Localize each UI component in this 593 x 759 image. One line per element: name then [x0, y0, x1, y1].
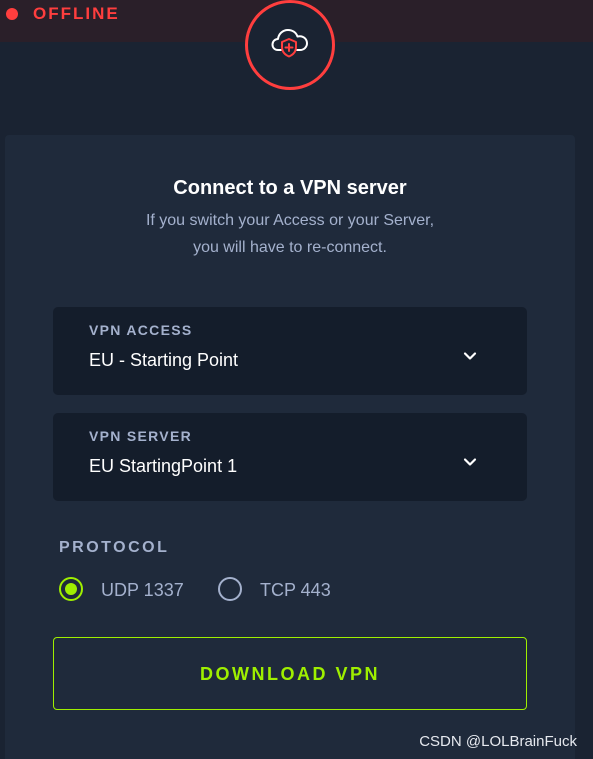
status-indicator-dot	[6, 8, 18, 20]
panel-subtitle: If you switch your Access or your Server…	[5, 207, 575, 261]
radio-selected-dot	[65, 583, 77, 595]
vpn-access-label: VPN ACCESS	[89, 322, 193, 338]
radio-button-checked[interactable]	[59, 577, 83, 601]
vpn-connection-panel: Connect to a VPN server If you switch yo…	[5, 135, 575, 759]
chevron-down-icon	[463, 352, 477, 360]
download-vpn-button[interactable]: DOWNLOAD VPN	[53, 637, 527, 710]
cloud-shield-icon	[271, 29, 308, 58]
panel-subtitle-line-1: If you switch your Access or your Server…	[145, 212, 435, 229]
panel-subtitle-line-2: you will have to re-connect.	[193, 239, 387, 256]
radio-button-unchecked[interactable]	[218, 577, 242, 601]
vpn-access-select[interactable]: VPN ACCESS EU - Starting Point	[53, 307, 527, 395]
vpn-status-badge	[245, 0, 335, 90]
panel-title: Connect to a VPN server	[173, 177, 407, 199]
download-vpn-label: DOWNLOAD VPN	[200, 664, 380, 684]
chevron-down-icon	[463, 458, 477, 466]
connection-status: OFFLINE	[33, 4, 120, 23]
vpn-server-select[interactable]: VPN SERVER EU StartingPoint 1	[53, 413, 527, 501]
vpn-server-label: VPN SERVER	[89, 428, 192, 444]
watermark: CSDN @LOLBrainFuck	[419, 733, 577, 750]
vpn-server-value: EU StartingPoint 1	[89, 456, 238, 476]
protocol-label: PROTOCOL	[59, 539, 170, 556]
vpn-access-value: EU - Starting Point	[89, 350, 239, 370]
protocol-option-label: UDP 1337	[101, 580, 184, 600]
protocol-option-label: TCP 443	[260, 580, 331, 600]
